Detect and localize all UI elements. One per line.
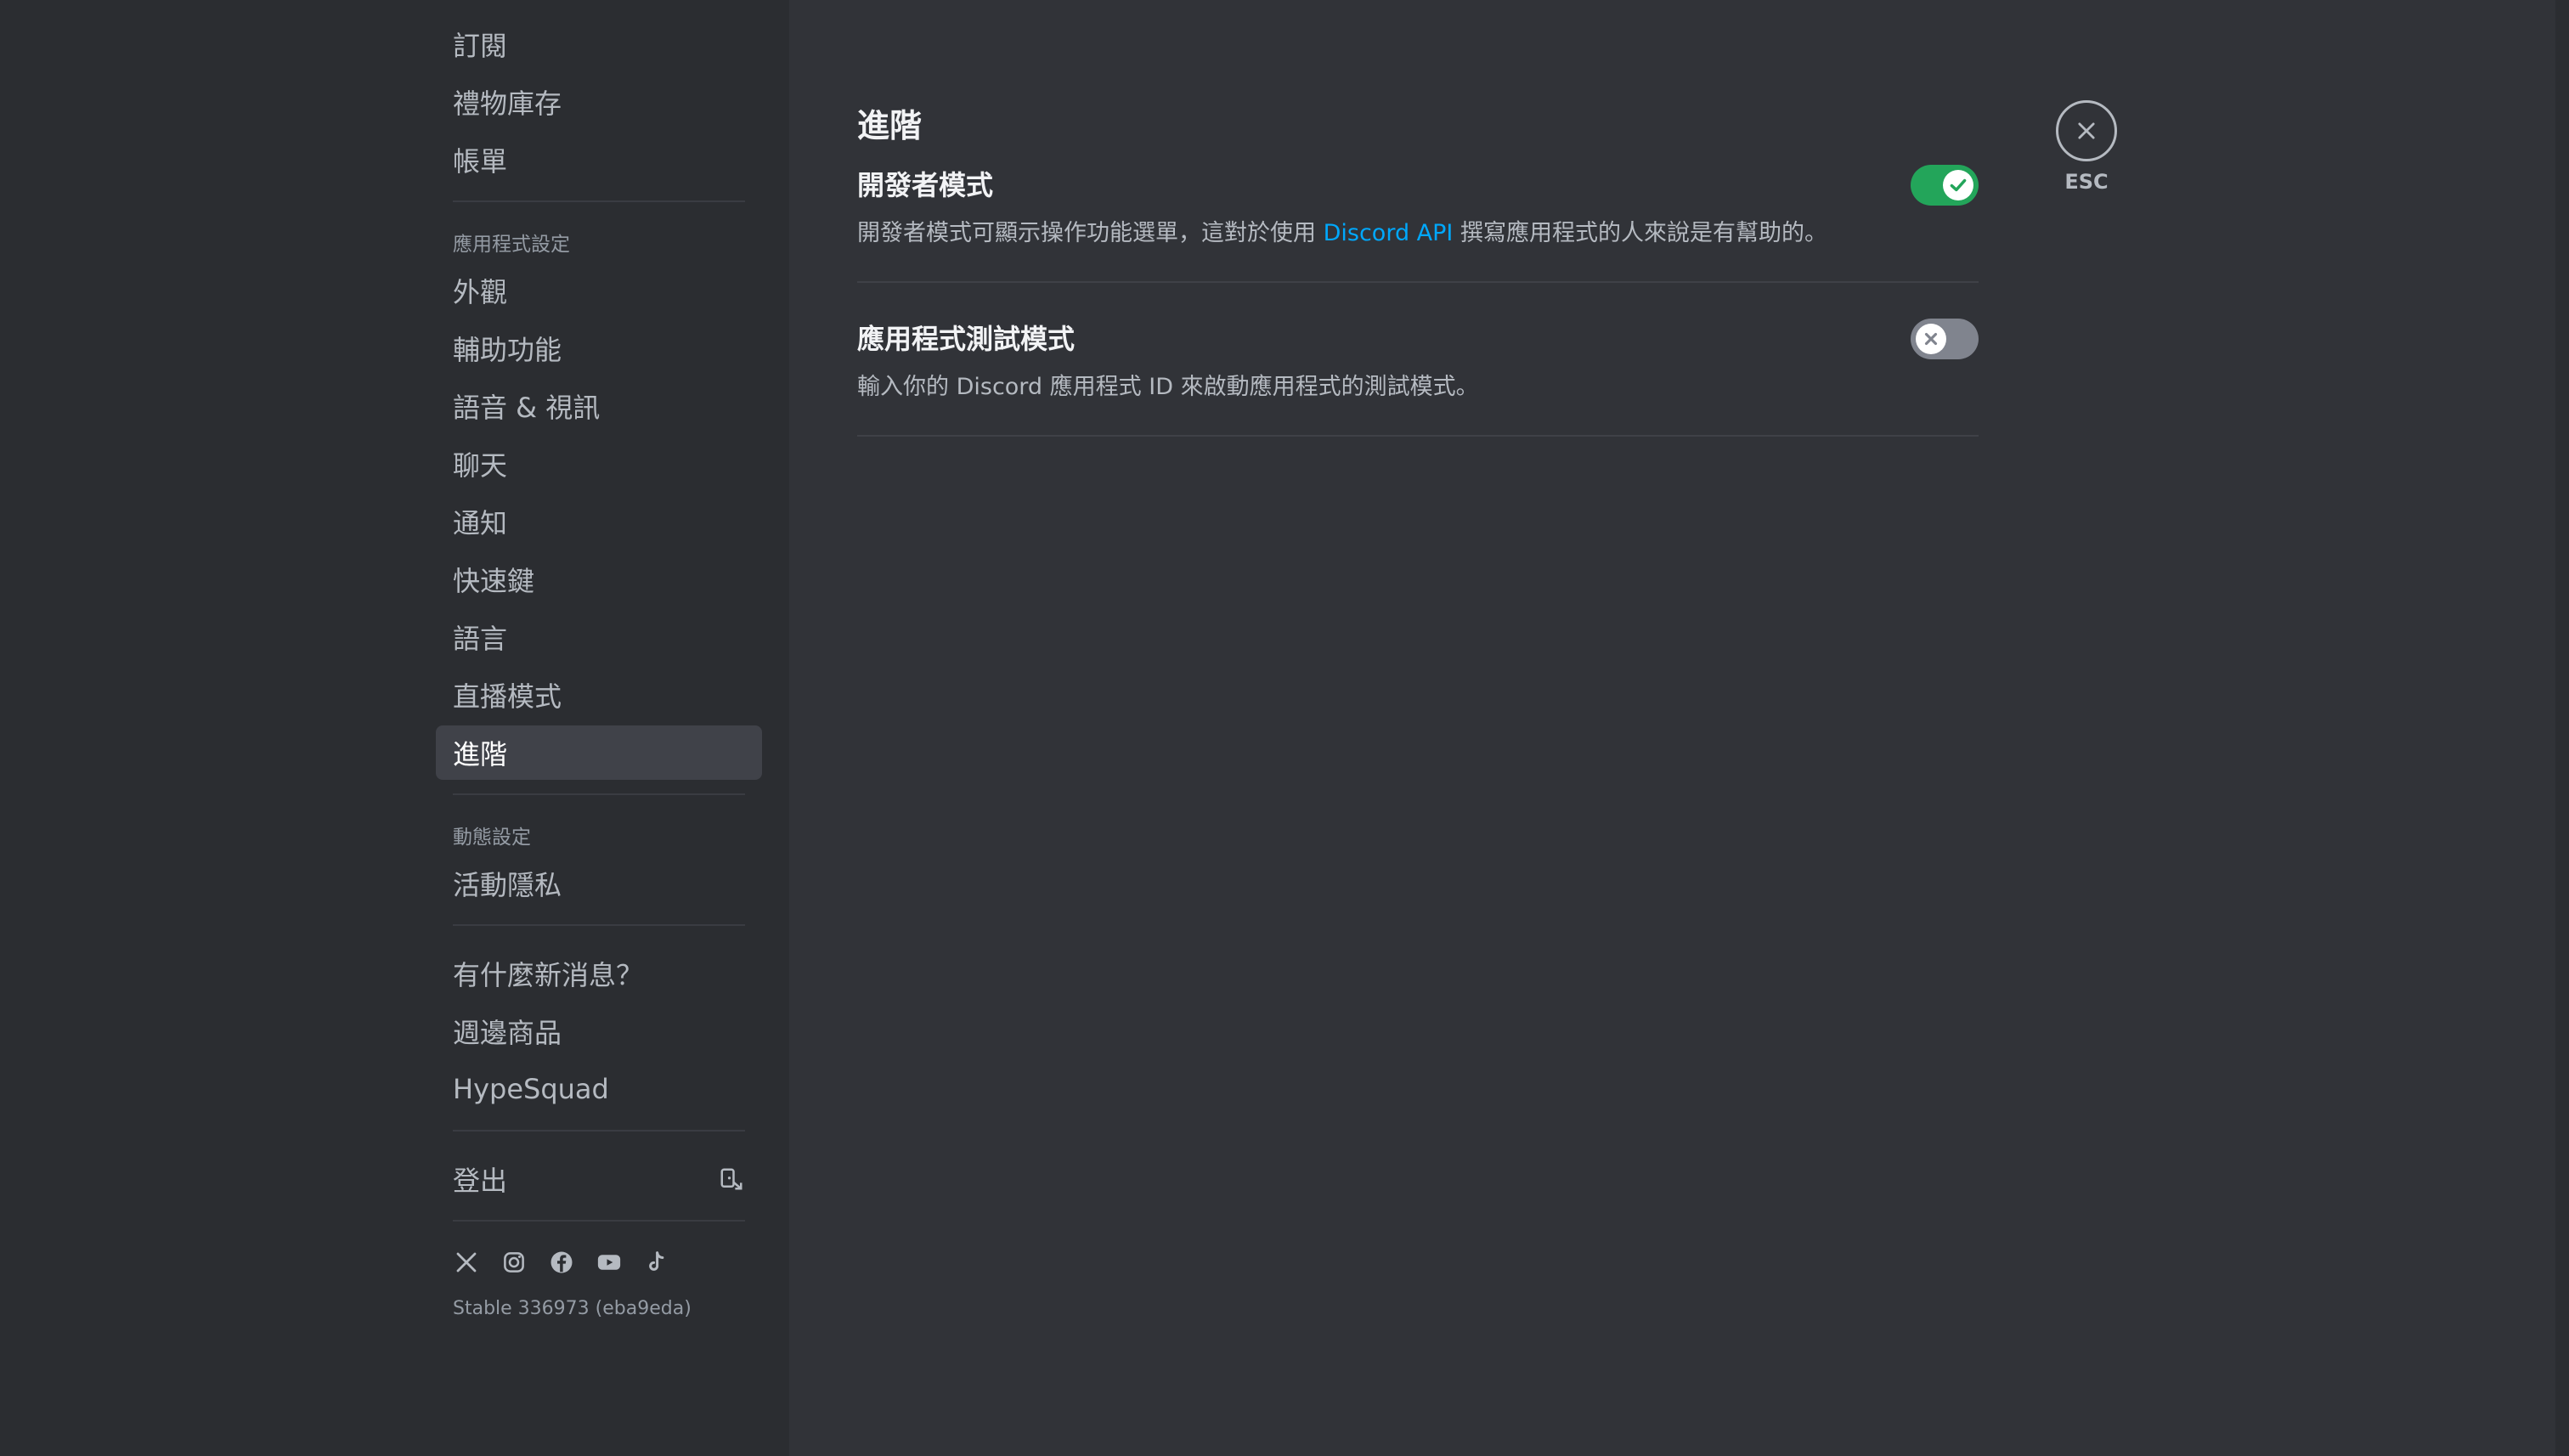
discord-api-link[interactable]: Discord API (1324, 220, 1454, 246)
sidebar-region: 訂閱 禮物庫存 帳單 應用程式設定 外觀 輔助功能 語音 & 視訊 聊天 通知 … (0, 0, 789, 1456)
social-links (436, 1242, 762, 1283)
advanced-settings-panel: 進階 開發者模式 開發者模式可顯示操作功能選單，這對於使用 Discord AP… (857, 99, 1979, 437)
close-area: ESC (2046, 100, 2127, 194)
sidebar-item-language[interactable]: 語言 (436, 610, 762, 664)
sidebar-divider (453, 1220, 745, 1222)
logout-button[interactable]: 登出 (436, 1152, 762, 1206)
check-icon (1943, 170, 1973, 200)
app-test-mode-description: 輸入你的 Discord 應用程式 ID 來啟動應用程式的測試模式。 (857, 374, 1479, 400)
x-icon[interactable] (453, 1249, 480, 1276)
sidebar-divider (453, 1130, 745, 1132)
sidebar-item-streamer-mode[interactable]: 直播模式 (436, 668, 762, 722)
logout-icon (718, 1165, 745, 1193)
sidebar-item-chat[interactable]: 聊天 (436, 437, 762, 491)
logout-label: 登出 (453, 1165, 508, 1197)
x-mark-icon (1916, 324, 1946, 354)
developer-mode-desc-end: 撰寫應用程式的人來說是有幫助的。 (1453, 220, 1827, 246)
close-button[interactable] (2056, 100, 2117, 161)
settings-content: 進階 開發者模式 開發者模式可顯示操作功能選單，這對於使用 Discord AP… (789, 0, 2569, 1456)
developer-mode-description: 開發者模式可顯示操作功能選單，這對於使用 Discord API 撰寫應用程式的… (857, 214, 1979, 247)
sidebar-item-activity-privacy[interactable]: 活動隱私 (436, 856, 762, 911)
tiktok-icon[interactable] (643, 1249, 670, 1276)
activity-settings-header: 動態設定 (453, 827, 531, 849)
developer-mode-desc-start: 開發者模式可顯示操作功能選單，這對於使用 (857, 220, 1324, 246)
page-title: 進階 (857, 106, 923, 144)
sidebar-item-subscriptions[interactable]: 訂閱 (436, 17, 762, 71)
scrollbar[interactable] (2555, 0, 2569, 1456)
close-icon (2078, 122, 2095, 139)
sidebar-item-billing[interactable]: 帳單 (436, 133, 762, 187)
sidebar-item-keybinds[interactable]: 快速鍵 (436, 552, 762, 607)
settings-window: 訂閱 禮物庫存 帳單 應用程式設定 外觀 輔助功能 語音 & 視訊 聊天 通知 … (0, 0, 2569, 1456)
sidebar-item-whats-new[interactable]: 有什麼新消息？ (436, 946, 762, 1001)
build-info: Stable 336973 (eba9eda) (453, 1298, 692, 1319)
sidebar-item-accessibility[interactable]: 輔助功能 (436, 321, 762, 375)
developer-mode-setting: 開發者模式 開發者模式可顯示操作功能選單，這對於使用 Discord API 撰… (857, 146, 1979, 283)
sidebar-item-appearance[interactable]: 外觀 (436, 263, 762, 318)
sidebar-item-merch[interactable]: 週邊商品 (436, 1004, 762, 1058)
instagram-icon[interactable] (500, 1249, 528, 1276)
youtube-icon[interactable] (596, 1249, 623, 1276)
settings-sidebar: 訂閱 禮物庫存 帳單 應用程式設定 外觀 輔助功能 語音 & 視訊 聊天 通知 … (419, 0, 789, 1456)
sidebar-divider (453, 200, 745, 202)
sidebar-divider (453, 924, 745, 926)
sidebar-item-notifications[interactable]: 通知 (436, 494, 762, 549)
app-test-mode-toggle[interactable] (1911, 319, 1979, 359)
app-test-mode-title: 應用程式測試模式 (857, 323, 1076, 355)
sidebar-item-advanced[interactable]: 進階 (436, 725, 762, 780)
app-settings-header: 應用程式設定 (453, 234, 570, 256)
sidebar-item-hypesquad[interactable]: HypeSquad (436, 1062, 762, 1116)
facebook-icon[interactable] (548, 1249, 575, 1276)
developer-mode-title: 開發者模式 (857, 169, 994, 201)
esc-label: ESC (2064, 170, 2109, 194)
developer-mode-toggle[interactable] (1911, 165, 1979, 206)
sidebar-item-voice-video[interactable]: 語音 & 視訊 (436, 379, 762, 433)
sidebar-item-gift-inventory[interactable]: 禮物庫存 (436, 75, 762, 129)
sidebar-divider (453, 793, 745, 795)
app-test-mode-setting: 應用程式測試模式 輸入你的 Discord 應用程式 ID 來啟動應用程式的測試… (857, 283, 1979, 437)
